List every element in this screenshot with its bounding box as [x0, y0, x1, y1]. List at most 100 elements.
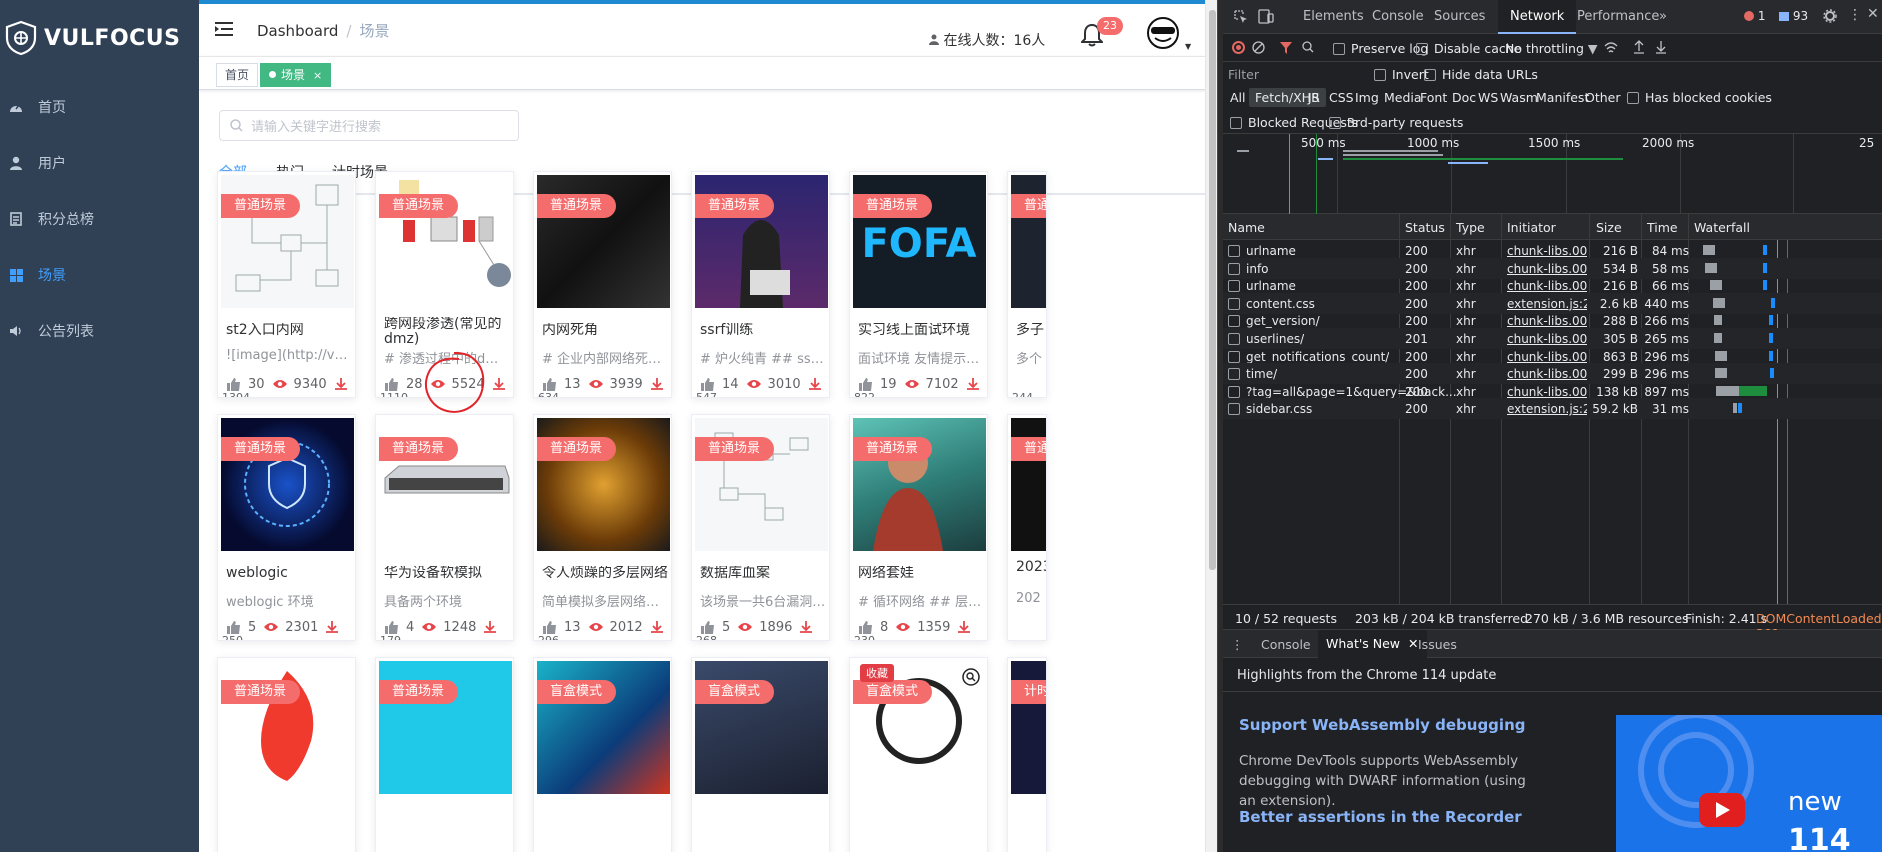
download-icon[interactable]	[808, 378, 821, 390]
tab-sources[interactable]: Sources	[1434, 9, 1485, 24]
message-badge[interactable]: 93	[1779, 9, 1808, 23]
row-checkbox[interactable]	[1228, 245, 1240, 257]
thumbs-up-icon[interactable]	[701, 620, 715, 634]
scene-card[interactable]: 普通场景 数据库血案 该场景一共6台漏洞环... 5 1896 268	[691, 414, 830, 641]
thumbs-up-icon[interactable]	[859, 377, 873, 391]
thumbs-up-icon[interactable]	[701, 377, 715, 391]
device-toggle-icon[interactable]	[1258, 9, 1274, 24]
row-checkbox[interactable]	[1228, 333, 1240, 345]
kebab-menu-icon[interactable]: ⋮	[1848, 7, 1862, 23]
close-icon[interactable]: ✕	[1408, 636, 1418, 651]
scene-card[interactable]: 盲盒模式	[533, 657, 672, 852]
scene-card[interactable]: 普通场景	[217, 657, 356, 852]
scene-card[interactable]: 计时	[1007, 657, 1047, 852]
download-icon[interactable]	[326, 621, 339, 633]
row-checkbox[interactable]	[1228, 297, 1240, 310]
scene-card[interactable]: 普通 2023 境02 202	[1007, 414, 1047, 641]
record-icon[interactable]	[1232, 41, 1245, 54]
row-checkbox[interactable]	[1228, 403, 1240, 416]
clear-icon[interactable]	[1252, 41, 1265, 54]
row-checkbox[interactable]	[1228, 280, 1240, 293]
row-checkbox[interactable]	[1228, 262, 1240, 275]
close-icon[interactable]: ×	[313, 69, 322, 82]
thumbs-up-icon[interactable]	[227, 377, 241, 391]
search-input[interactable]: 请输入关键字进行搜索	[219, 110, 519, 141]
col-time[interactable]: Time	[1647, 220, 1678, 235]
sidebar-item-home[interactable]: 首页	[0, 79, 199, 135]
sidebar-item-users[interactable]: 用户	[0, 135, 199, 191]
hamburger-icon[interactable]	[215, 21, 233, 37]
filter-ws[interactable]: WS	[1478, 90, 1498, 105]
hide-data-urls-checkbox[interactable]: Hide data URLs	[1424, 67, 1538, 82]
filter-font[interactable]: Font	[1420, 90, 1447, 105]
download-icon[interactable]	[1655, 40, 1667, 54]
download-icon[interactable]	[966, 378, 979, 390]
request-initiator[interactable]: chunk-libs.000e...	[1507, 367, 1587, 381]
upload-icon[interactable]	[1633, 40, 1645, 54]
thumbs-up-icon[interactable]	[227, 620, 241, 634]
scene-card[interactable]: FOFA 普通场景 实习线上面试环境 面试环境 友情提示：... 19 7102…	[849, 171, 988, 398]
scene-card[interactable]: 普通场景 weblogic weblogic 环境 5 2301 250	[217, 414, 356, 641]
download-icon[interactable]	[650, 378, 663, 390]
scene-card[interactable]: 普通场景 网络套娃 # 循环网络 ## 层层... 8 1359 230	[849, 414, 988, 641]
breadcrumb-dashboard[interactable]: Dashboard	[257, 22, 338, 40]
whats-new-heading-1[interactable]: Support WebAssembly debugging	[1239, 716, 1525, 734]
gear-icon[interactable]	[1823, 9, 1837, 23]
filter-all[interactable]: All	[1230, 90, 1246, 105]
request-initiator[interactable]: chunk-libs.000e...	[1507, 350, 1587, 364]
search-icon[interactable]	[1302, 41, 1314, 53]
sidebar-item-ranking[interactable]: 积分总榜	[0, 191, 199, 247]
filter-media[interactable]: Media	[1384, 90, 1422, 105]
request-initiator[interactable]: chunk-libs.000e...	[1507, 279, 1587, 293]
request-initiator[interactable]: extension.js:2	[1507, 297, 1587, 311]
filter-js[interactable]: JS	[1308, 90, 1320, 105]
thumbs-up-icon[interactable]	[385, 377, 399, 391]
avatar[interactable]	[1147, 17, 1179, 49]
download-icon[interactable]	[800, 621, 813, 633]
thumbs-up-icon[interactable]	[385, 620, 399, 634]
request-initiator[interactable]: extension.js:2	[1507, 402, 1587, 416]
filter-input[interactable]: Filter	[1228, 65, 1388, 85]
col-status[interactable]: Status	[1405, 220, 1445, 235]
filter-other[interactable]: Other	[1585, 90, 1621, 105]
scene-card[interactable]: 普通场景 华为设备软模拟 具备两个环境 4 1248 179	[375, 414, 514, 641]
tab-console[interactable]: Console	[1372, 9, 1424, 24]
col-type[interactable]: Type	[1456, 220, 1485, 235]
filter-wasm[interactable]: Wasm	[1500, 90, 1538, 105]
sidebar-item-announcements[interactable]: 公告列表	[0, 303, 199, 359]
download-icon[interactable]	[650, 621, 663, 633]
row-checkbox[interactable]	[1228, 368, 1240, 381]
scene-card[interactable]: 盲盒模式	[691, 657, 830, 852]
scene-card[interactable]: 普通场景 内网死角 # 企业内部网络死角... 13 3939 634	[533, 171, 672, 398]
download-icon[interactable]	[958, 621, 971, 633]
drawer-tab-whats-new[interactable]: What's New ✕	[1318, 630, 1427, 658]
filter-manifest[interactable]: Manifest	[1536, 90, 1589, 105]
close-icon[interactable]: ✕	[1867, 6, 1879, 22]
drawer-tab-console[interactable]: Console	[1261, 637, 1311, 652]
tab-elements[interactable]: Elements	[1303, 9, 1364, 24]
request-initiator[interactable]: chunk-libs.000e...	[1507, 332, 1587, 346]
scrollbar-thumb[interactable]	[1209, 10, 1216, 570]
whats-new-video-thumbnail[interactable]: new 114	[1616, 715, 1882, 852]
request-row[interactable]: sidebar.css 200 xhr extension.js:2 59.2 kB 31…	[1223, 398, 1882, 420]
scene-card[interactable]: 普通场景 st2入口内网 ![image](http://vulf... 30 …	[217, 171, 356, 398]
throttling-select[interactable]: No throttling ▼	[1505, 41, 1598, 56]
drawer-tab-issues[interactable]: Issues	[1418, 637, 1457, 652]
drawer-menu-icon[interactable]: ⋮	[1231, 637, 1244, 652]
download-icon[interactable]	[334, 378, 347, 390]
row-checkbox[interactable]	[1228, 350, 1240, 363]
request-initiator[interactable]: chunk-libs.000e...	[1507, 314, 1587, 328]
filter-img[interactable]: Img	[1355, 90, 1379, 105]
chevron-down-icon[interactable]: ▼	[1185, 42, 1191, 51]
bookmark-button[interactable]: 收藏	[860, 664, 894, 682]
error-badge[interactable]: 1	[1744, 9, 1765, 23]
scene-card[interactable]: 普通场景 令人烦躁的多层网络 简单模拟多层网络，... 13 2012 296	[533, 414, 672, 641]
third-party-checkbox[interactable]: 3rd-party requests	[1329, 115, 1463, 130]
scene-card[interactable]: 普通场景	[375, 657, 514, 852]
filter-icon[interactable]	[1280, 42, 1292, 54]
scene-card[interactable]: 盲盒模式 收藏	[849, 657, 988, 852]
thumbs-up-icon[interactable]	[543, 377, 557, 391]
blocked-cookies-checkbox[interactable]: Has blocked cookies	[1627, 90, 1772, 105]
invert-checkbox[interactable]: Invert	[1374, 67, 1429, 82]
scene-card[interactable]: 普通场景 ssrf训练 # 炉火纯青 ## ssrf低... 14 3010 5…	[691, 171, 830, 398]
